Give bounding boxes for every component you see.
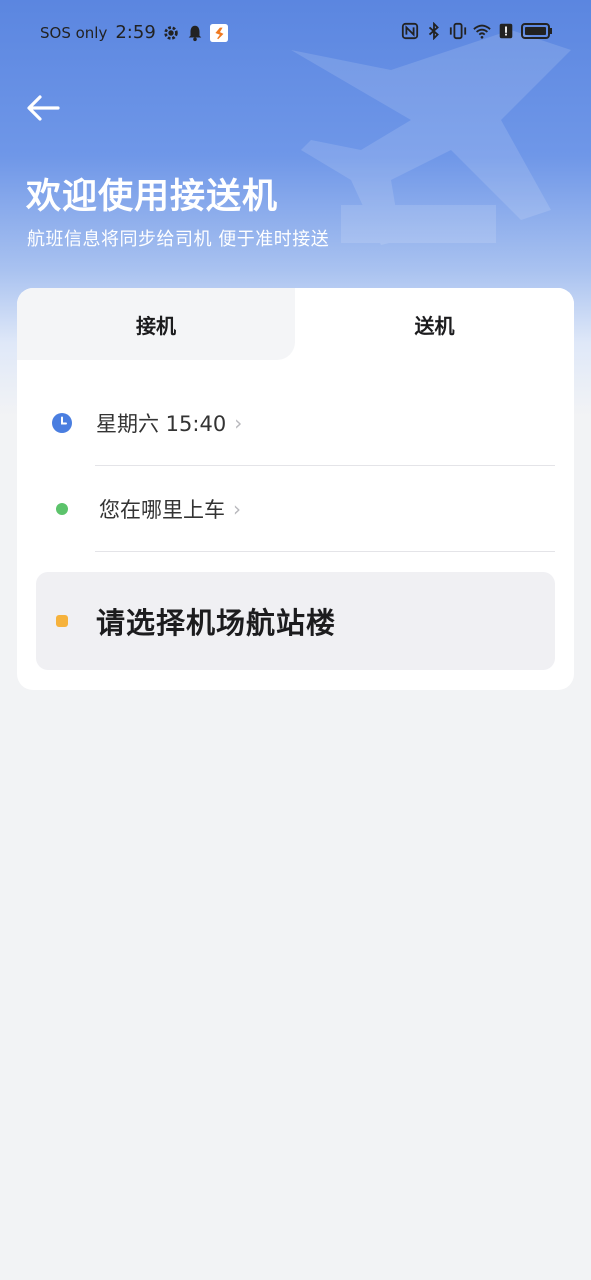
clock-time: 2:59 xyxy=(115,22,156,43)
runner-app-icon xyxy=(209,23,228,42)
battery-icon xyxy=(521,23,552,39)
terminal-text: 请选择机场航站楼 xyxy=(96,606,337,640)
status-bar-left: SOS only 2:59 xyxy=(40,22,228,43)
page-title: 欢迎使用接送机 xyxy=(26,177,279,217)
bell-icon xyxy=(188,25,202,41)
tab-dropoff[interactable]: 送机 xyxy=(295,288,574,360)
terminal-selector[interactable]: 请选择机场航站楼 xyxy=(36,572,555,670)
divider xyxy=(95,551,555,552)
chevron-right-icon: › xyxy=(233,497,241,521)
bluetooth-icon xyxy=(428,22,439,40)
alert-icon xyxy=(499,23,513,39)
gear-icon xyxy=(164,25,178,40)
time-text: 星期六 15:40 xyxy=(96,412,227,436)
tab-bar: 接机 送机 xyxy=(17,288,574,360)
tab-pickup[interactable]: 接机 xyxy=(17,288,295,360)
app-screen: SOS only 2:59 欢迎使用接送机 航班信息将同步给司机 便于准时接送 … xyxy=(0,0,591,1280)
status-bar: SOS only 2:59 xyxy=(0,0,591,66)
yellow-square-icon xyxy=(56,615,68,627)
chevron-right-icon: › xyxy=(234,411,243,435)
vibrate-icon xyxy=(449,22,467,40)
status-bar-right xyxy=(401,22,553,40)
page-subtitle: 航班信息将同步给司机 便于准时接送 xyxy=(27,229,330,250)
booking-card: 接机 送机 星期六 15:40 › 您在哪里上车 › 请选择机场航站楼 xyxy=(17,288,574,690)
time-selector[interactable]: 星期六 15:40 › xyxy=(17,380,574,466)
nfc-icon xyxy=(401,22,419,40)
pickup-row-label: 您在哪里上车 › xyxy=(99,466,241,552)
green-dot-icon xyxy=(56,503,68,515)
clock-icon xyxy=(52,413,72,433)
carrier-text: SOS only xyxy=(40,23,108,42)
time-row-label: 星期六 15:40 › xyxy=(96,380,242,466)
pickup-text: 您在哪里上车 xyxy=(99,498,225,522)
pickup-location-selector[interactable]: 您在哪里上车 › xyxy=(17,466,574,552)
back-arrow-icon[interactable] xyxy=(24,92,64,124)
wifi-icon xyxy=(473,24,491,39)
